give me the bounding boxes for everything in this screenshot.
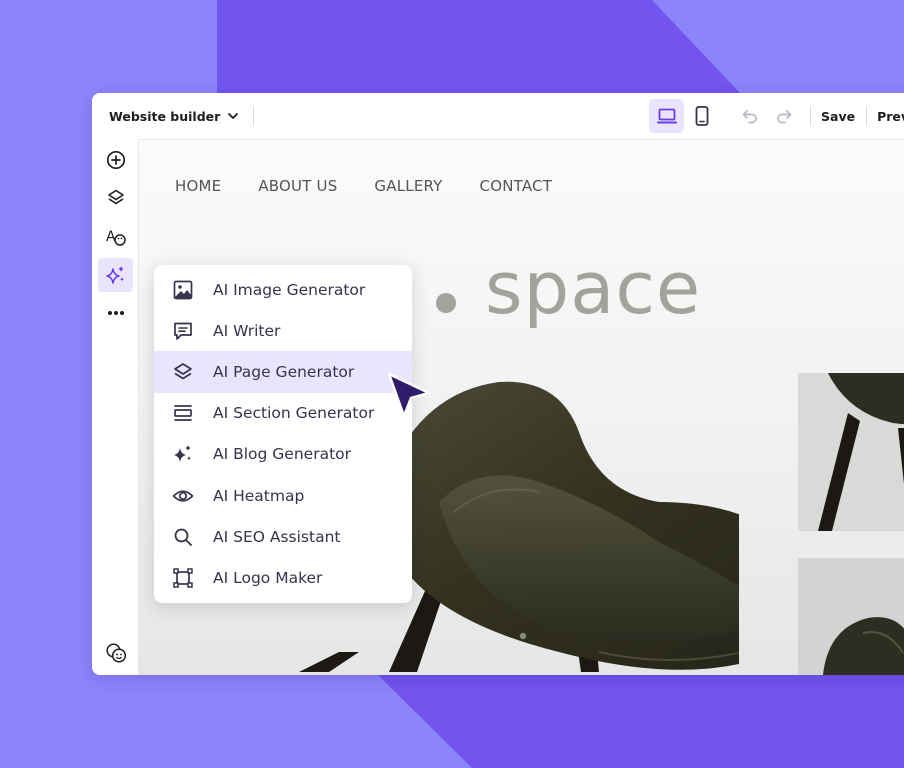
ai-sparkle-icon: [105, 266, 124, 284]
toolbar-divider: [810, 106, 811, 126]
undo-icon: [742, 110, 757, 124]
more-icon: [107, 311, 124, 315]
top-toolbar: Website builder Save Pre: [92, 93, 904, 140]
redo-icon: [777, 110, 792, 124]
toolbar-divider: [253, 106, 255, 126]
menu-item-label: AI Page Generator: [213, 362, 355, 381]
menu-item-ai-blog-generator[interactable]: AI Blog Generator: [154, 434, 412, 475]
menu-item-ai-logo-maker[interactable]: AI Logo Maker: [154, 557, 412, 598]
menu-item-ai-image-generator[interactable]: AI Image Generator: [154, 269, 412, 310]
menu-item-label: AI Heatmap: [213, 486, 305, 505]
menu-item-label: AI Logo Maker: [213, 568, 323, 587]
hero-heading: space: [485, 246, 702, 330]
section-icon: [171, 401, 195, 425]
toolbar-divider: [866, 106, 868, 126]
gallery-thumbnail[interactable]: [798, 558, 904, 675]
menu-item-ai-page-generator[interactable]: AI Page Generator: [154, 351, 412, 393]
svg-text:A: A: [106, 229, 116, 245]
hero-dot: [436, 293, 456, 313]
sidebar-layers-button[interactable]: [98, 181, 133, 215]
redo-button[interactable]: [767, 99, 801, 133]
frame-icon: [171, 566, 195, 590]
sidebar-more-button[interactable]: [98, 296, 133, 330]
add-icon: [106, 150, 125, 170]
chair-thumbnail-image: [798, 558, 904, 675]
menu-item-label: AI Section Generator: [213, 404, 375, 423]
sidebar-faces-button[interactable]: [98, 636, 133, 670]
layers-icon: [171, 360, 195, 384]
menu-item-ai-seo-assistant[interactable]: AI SEO Assistant: [154, 516, 412, 557]
mouse-pointer-icon: [387, 372, 431, 418]
sidebar-add-button[interactable]: [98, 143, 133, 177]
chat-icon: [171, 319, 195, 343]
save-button[interactable]: Save: [821, 109, 855, 124]
undo-button[interactable]: [733, 99, 767, 133]
menu-item-label: AI Writer: [213, 321, 281, 340]
ai-tools-menu: AI Image Generator AI Writer AI Page Gen…: [154, 265, 412, 603]
sidebar-ai-tools-button[interactable]: [98, 258, 133, 292]
menu-item-ai-section-generator[interactable]: AI Section Generator: [154, 393, 412, 434]
menu-item-ai-writer[interactable]: AI Writer: [154, 310, 412, 351]
menu-item-ai-heatmap[interactable]: AI Heatmap: [154, 475, 412, 516]
nav-contact[interactable]: CONTACT: [480, 177, 553, 195]
laptop-icon: [656, 108, 677, 124]
mobile-view-button[interactable]: [684, 99, 719, 133]
faces-icon: [105, 643, 126, 663]
search-icon: [171, 525, 195, 549]
phone-icon: [695, 106, 708, 126]
builder-title: Website builder: [109, 108, 221, 124]
nav-gallery[interactable]: GALLERY: [374, 177, 442, 195]
chevron-down-icon: [228, 113, 239, 119]
menu-item-label: AI Blog Generator: [213, 445, 352, 464]
preview-button[interactable]: Preview: [877, 109, 904, 124]
styles-icon: A: [106, 229, 126, 246]
gallery-thumbnail[interactable]: [798, 373, 904, 531]
sidebar-styles-button[interactable]: A: [98, 220, 133, 254]
layers-icon: [107, 189, 124, 205]
desktop-view-button[interactable]: [649, 99, 684, 133]
sparkle-icon: [171, 442, 195, 466]
image-icon: [171, 278, 195, 302]
nav-home[interactable]: HOME: [175, 177, 221, 195]
eye-icon: [171, 484, 195, 508]
nav-about-us[interactable]: ABOUT US: [258, 177, 337, 195]
menu-item-label: AI Image Generator: [213, 280, 366, 299]
site-nav: HOME ABOUT US GALLERY CONTACT: [175, 177, 589, 195]
left-sidebar: A: [92, 139, 139, 675]
menu-item-label: AI SEO Assistant: [213, 527, 341, 546]
website-builder-dropdown[interactable]: Website builder: [109, 109, 240, 124]
chair-thumbnail-image: [798, 373, 904, 531]
